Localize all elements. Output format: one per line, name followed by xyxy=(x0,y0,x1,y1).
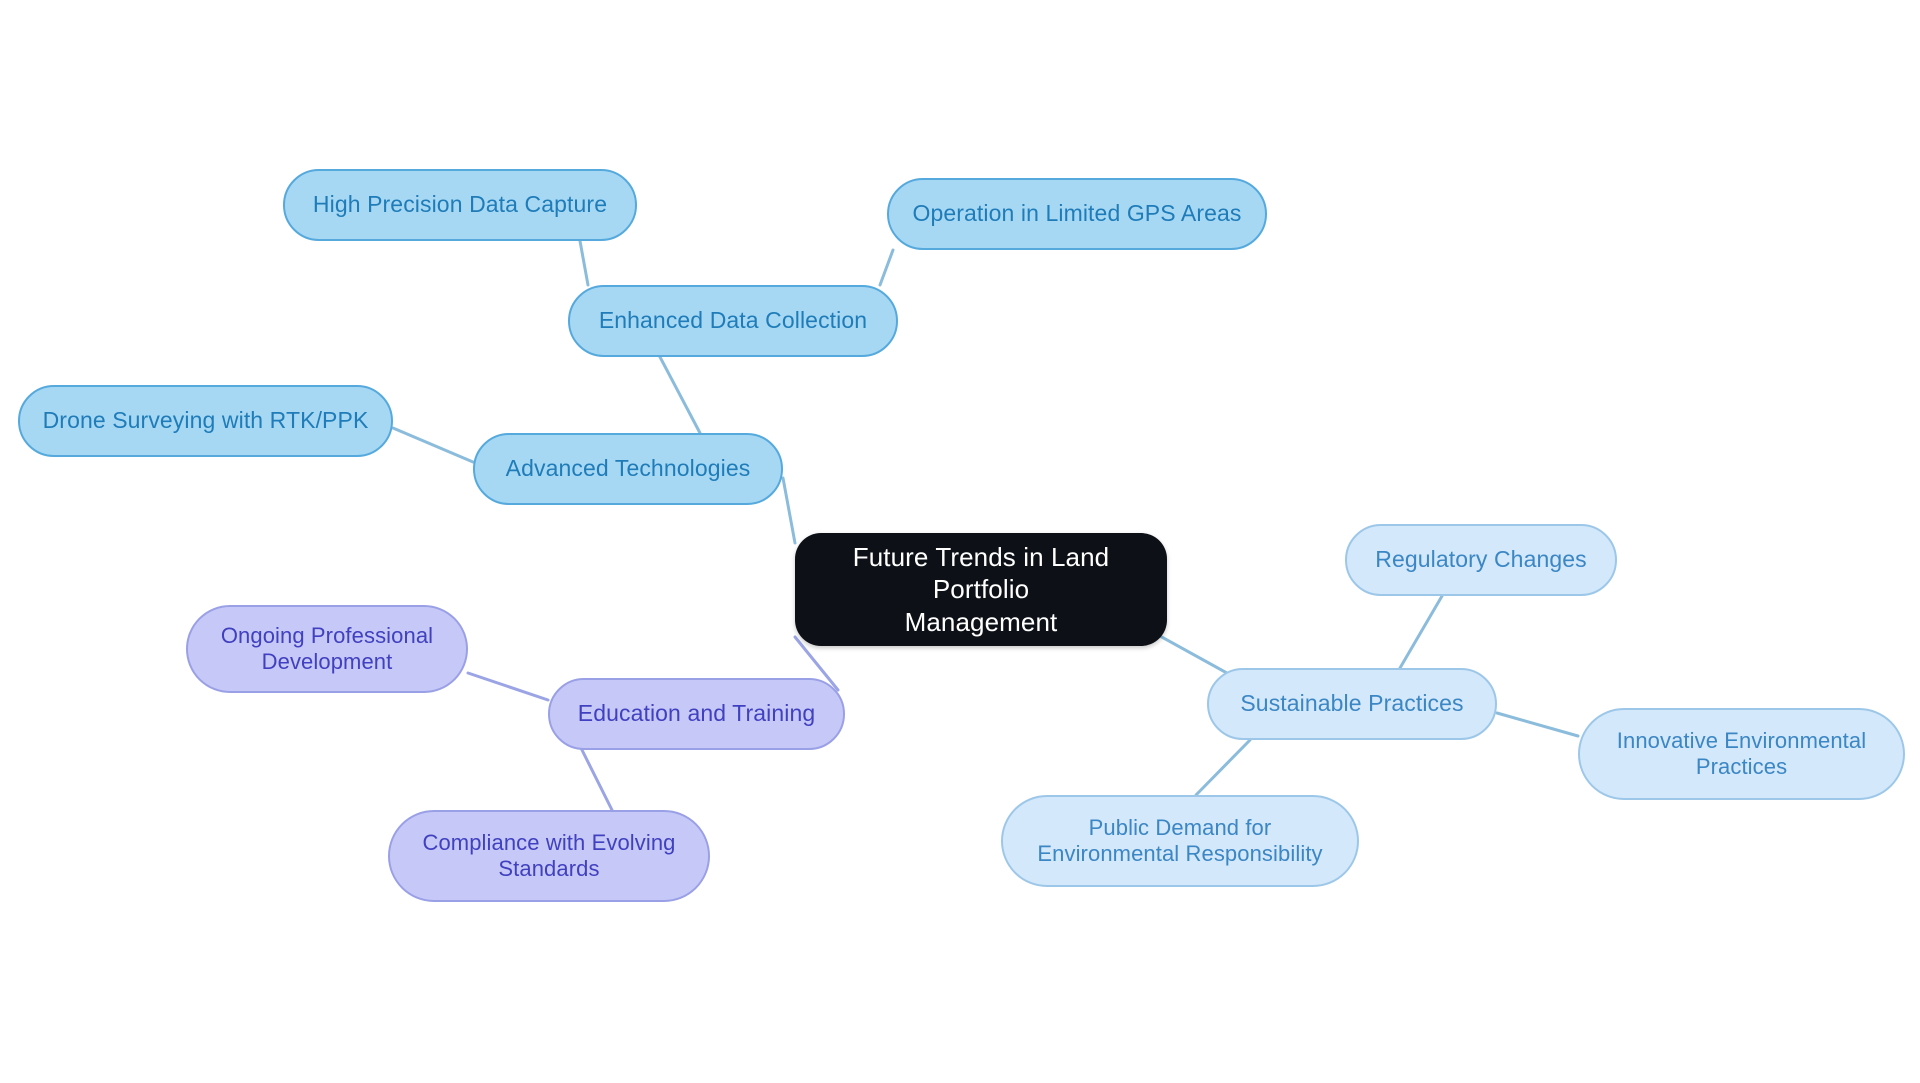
mindmap-node-enhanced-data-collection[interactable]: Enhanced Data Collection xyxy=(568,285,898,357)
mindmap-node-label: Sustainable Practices xyxy=(1240,690,1464,717)
mindmap-node-label: Operation in Limited GPS Areas xyxy=(912,200,1242,227)
mindmap-node-label: Ongoing Professional Development xyxy=(220,623,434,674)
mindmap-node-drone-surveying-rtk-ppk[interactable]: Drone Surveying with RTK/PPK xyxy=(18,385,393,457)
mindmap-node-label: High Precision Data Capture xyxy=(312,191,608,218)
mindmap-node-high-precision-data-capture[interactable]: High Precision Data Capture xyxy=(283,169,637,241)
mindmap-node-root[interactable]: Future Trends in Land Portfolio Manageme… xyxy=(795,533,1167,646)
edge-advanced-technologies-to-enhanced-data-collection xyxy=(658,355,702,435)
mindmap-node-innovative-environmental-practices[interactable]: Innovative Environmental Practices xyxy=(1578,708,1905,800)
edge-education-and-training-to-ongoing-professional-development xyxy=(466,671,550,702)
mindmap-node-advanced-technologies[interactable]: Advanced Technologies xyxy=(473,433,783,505)
mindmap-node-label: Advanced Technologies xyxy=(505,455,751,482)
mindmap-node-label: Public Demand for Environmental Responsi… xyxy=(1037,815,1323,866)
mindmap-node-ongoing-professional-development[interactable]: Ongoing Professional Development xyxy=(186,605,468,693)
edge-education-and-training-to-compliance-evolving-standards xyxy=(580,748,614,812)
mindmap-node-label: Innovative Environmental Practices xyxy=(1616,728,1867,779)
edge-sustainable-practices-to-public-demand-environmental-responsibility xyxy=(1194,738,1252,797)
mindmap-node-label: Education and Training xyxy=(577,700,816,727)
edge-enhanced-data-collection-to-high-precision-data-capture xyxy=(578,239,590,287)
edge-advanced-technologies-to-drone-surveying-rtk-ppk xyxy=(391,426,475,464)
mindmap-node-label: Future Trends in Land Portfolio Manageme… xyxy=(852,542,1110,637)
edge-sustainable-practices-to-innovative-environmental-practices xyxy=(1495,711,1580,738)
mindmap-node-label: Enhanced Data Collection xyxy=(598,307,868,334)
mindmap-node-education-and-training[interactable]: Education and Training xyxy=(548,678,845,750)
edge-root-to-advanced-technologies xyxy=(781,476,797,545)
mindmap-node-label: Regulatory Changes xyxy=(1375,546,1587,573)
mindmap-node-operation-limited-gps-areas[interactable]: Operation in Limited GPS Areas xyxy=(887,178,1267,250)
mindmap-node-public-demand-environmental-responsibility[interactable]: Public Demand for Environmental Responsi… xyxy=(1001,795,1359,887)
edge-enhanced-data-collection-to-operation-limited-gps-areas xyxy=(878,248,895,287)
mindmap-node-sustainable-practices[interactable]: Sustainable Practices xyxy=(1207,668,1497,740)
mindmap-node-label: Compliance with Evolving Standards xyxy=(422,830,676,881)
edge-sustainable-practices-to-regulatory-changes xyxy=(1398,594,1444,670)
mindmap-node-compliance-evolving-standards[interactable]: Compliance with Evolving Standards xyxy=(388,810,710,902)
mindmap-canvas: Future Trends in Land Portfolio Manageme… xyxy=(0,0,1920,1083)
mindmap-node-regulatory-changes[interactable]: Regulatory Changes xyxy=(1345,524,1617,596)
mindmap-node-label: Drone Surveying with RTK/PPK xyxy=(42,407,369,434)
